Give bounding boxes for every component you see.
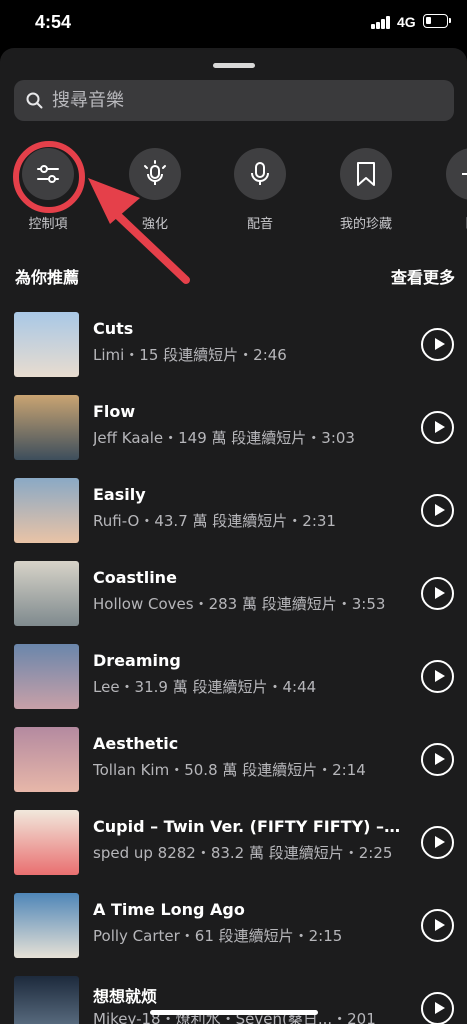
play-button-icon[interactable] [421,826,454,859]
track-subtitle: Jeff Kaale・149 萬 段連續短片・3:03 [93,429,355,447]
see-more-link[interactable]: 查看更多 [391,264,455,288]
album-cover [14,561,79,626]
album-cover [14,727,79,792]
import-icon [462,173,467,175]
section-title: 為你推薦 [15,268,80,287]
battery-icon [423,14,451,28]
signal-icon [371,16,391,29]
album-cover [14,312,79,377]
status-time: 4:54 [35,12,72,32]
search-bar[interactable] [14,80,454,121]
tool-import[interactable]: 匯 [432,146,467,236]
search-input[interactable] [52,80,442,121]
play-button-icon[interactable] [421,494,454,527]
track-subtitle: Hollow Coves・283 萬 段連續短片・3:53 [93,595,386,613]
track-title: Cuts [93,319,134,338]
tool-label: 配音 [246,217,273,232]
microphone-icon [251,162,269,185]
track-row[interactable]: A Time Long Ago Polly Carter・61 段連續短片・2:1… [0,893,467,976]
track-subtitle: Lee・31.9 萬 段連續短片・4:44 [93,678,317,696]
track-subtitle: Limi・15 段連續短片・2:46 [93,346,287,364]
track-title: 想想就烦 [93,987,158,1006]
tool-label: 匯 [432,213,467,232]
album-cover [14,478,79,543]
play-button-icon[interactable] [421,992,454,1024]
tool-controls[interactable]: 控制項 [8,141,88,236]
tool-saved[interactable]: 我的珍藏 [326,146,406,236]
track-title: Aesthetic [93,734,179,753]
play-button-icon[interactable] [421,909,454,942]
tool-voiceover[interactable]: 配音 [220,146,300,236]
music-sheet: 控制項 強化 [0,48,467,1024]
tool-label: 強化 [141,217,168,232]
track-subtitle: Tollan Kim・50.8 萬 段連續短片・2:14 [93,761,366,779]
tool-label: 我的珍藏 [339,217,392,232]
track-subtitle: sped up 8282・83.2 萬 段連續短片・2:25 [93,844,393,862]
bookmark-icon [357,162,375,186]
album-cover [14,976,79,1024]
album-cover [14,644,79,709]
play-button-icon[interactable] [421,411,454,444]
enhance-mic-icon [144,160,166,185]
track-row[interactable]: Flow Jeff Kaale・149 萬 段連續短片・3:03 [0,395,467,478]
tool-saved-circle[interactable] [340,148,392,200]
track-title: A Time Long Ago [93,900,245,919]
sheet-grabber[interactable] [213,63,255,68]
highlight-ring [13,141,85,213]
track-row[interactable]: Dreaming Lee・31.9 萬 段連續短片・4:44 [0,644,467,727]
tool-enhance[interactable]: 強化 [115,146,195,236]
tool-enhance-circle[interactable] [129,148,181,200]
track-row[interactable]: 想想就烦 Mikey-18・燎利水・Seven(桑日...・201 [0,976,467,1024]
track-title: Cupid – Twin Ver. (FIFTY FIFTY) – Spe... [93,817,403,836]
tools-row: 控制項 強化 配音 我的珍藏 [0,141,467,236]
track-row[interactable]: Aesthetic Tollan Kim・50.8 萬 段連續短片・2:14 [0,727,467,810]
search-icon [26,92,43,109]
play-button-icon[interactable] [421,743,454,776]
network-label: 4G [397,14,416,30]
track-row[interactable]: Coastline Hollow Coves・283 萬 段連續短片・3:53 [0,561,467,644]
track-title: Easily [93,485,146,504]
play-button-icon[interactable] [421,660,454,693]
track-title: Coastline [93,568,177,587]
track-row[interactable]: Cupid – Twin Ver. (FIFTY FIFTY) – Spe...… [0,810,467,893]
track-row[interactable]: Cuts Limi・15 段連續短片・2:46 [0,312,467,395]
track-title: Flow [93,402,136,421]
tool-voiceover-circle[interactable] [234,148,286,200]
album-cover [14,810,79,875]
tool-import-circle[interactable] [446,148,467,200]
home-indicator [150,1010,318,1015]
status-bar: 4:54 4G [0,0,467,48]
track-title: Dreaming [93,651,181,670]
play-button-icon[interactable] [421,577,454,610]
album-cover [14,395,79,460]
track-subtitle: Polly Carter・61 段連續短片・2:15 [93,927,343,945]
track-row[interactable]: Easily Rufi-O・43.7 萬 段連續短片・2:31 [0,478,467,561]
album-cover [14,893,79,958]
tool-label: 控制項 [28,217,68,232]
play-button-icon[interactable] [421,328,454,361]
track-subtitle: Rufi-O・43.7 萬 段連續短片・2:31 [93,512,336,530]
